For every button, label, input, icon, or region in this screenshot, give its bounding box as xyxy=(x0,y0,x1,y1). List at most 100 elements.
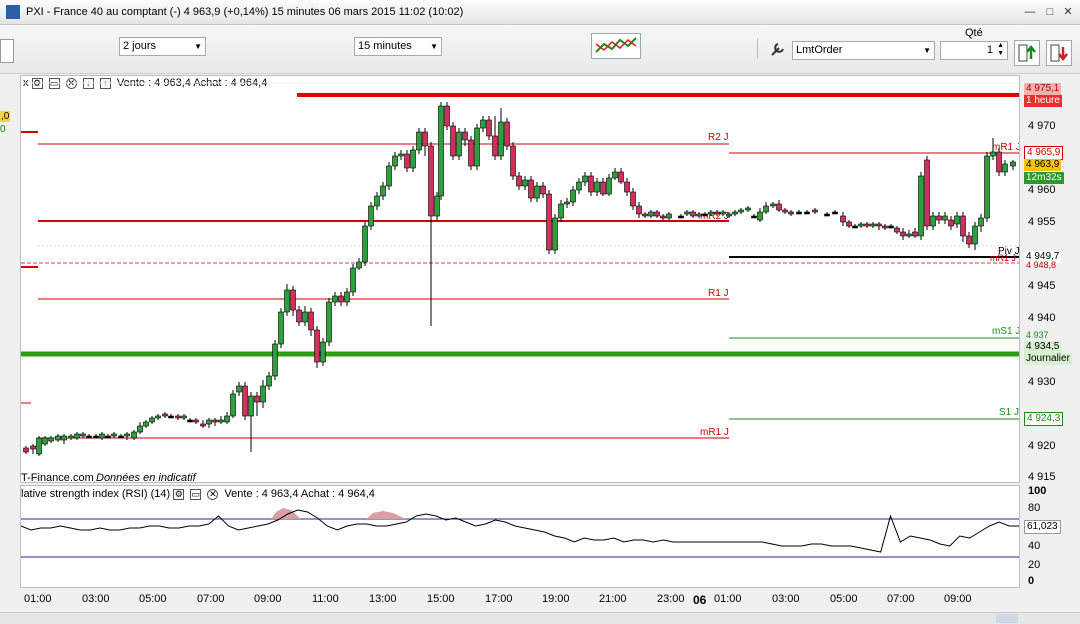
candle-body xyxy=(86,435,92,439)
x-tick-label: 21:00 xyxy=(599,593,627,605)
x-tick-label: 15:00 xyxy=(427,593,455,605)
candle-body xyxy=(480,119,486,129)
pivot-tag-small: 4 948,8 xyxy=(1026,260,1057,270)
candle-body xyxy=(422,131,428,147)
candle-body xyxy=(438,105,444,197)
candle-body xyxy=(200,423,206,427)
candle-body xyxy=(678,215,684,219)
candle-body xyxy=(380,185,386,197)
candle-body xyxy=(642,213,648,217)
x-tick-label: 05:00 xyxy=(830,593,858,605)
x-tick-label: 17:00 xyxy=(485,593,513,605)
candle-body xyxy=(882,225,888,229)
countdown-tag: 12m32s xyxy=(1024,172,1064,184)
candle-body xyxy=(782,209,788,213)
candle-body xyxy=(870,223,876,227)
candle-body xyxy=(74,433,80,439)
rsi-panel[interactable]: lative strength index (RSI) (14) ⚙ ▭ ✕ V… xyxy=(20,485,1020,588)
candle-body xyxy=(392,155,398,167)
toolbar: 2 jours ▼ 15 minutes ▼ LmtOrder ▼ Qté 1 … xyxy=(0,25,1080,74)
last-price-tag: 4 963,9 xyxy=(1024,159,1062,171)
rsi-value-tag: 61,023 xyxy=(1024,520,1061,534)
candle-body xyxy=(776,203,782,211)
y-tick: 4 940 xyxy=(1028,312,1056,324)
candle-body xyxy=(546,193,552,251)
candle-body xyxy=(218,419,224,423)
candle-body xyxy=(552,217,558,251)
candle-body xyxy=(290,289,296,311)
candle-body xyxy=(456,131,462,157)
candle-body xyxy=(804,211,810,215)
chevron-down-icon: ▼ xyxy=(194,42,202,51)
order-type-select[interactable]: LmtOrder ▼ xyxy=(792,41,935,60)
candle-body xyxy=(876,223,882,227)
candle-body xyxy=(812,209,818,213)
wrench-icon[interactable] xyxy=(768,39,788,59)
zoom-icon[interactable] xyxy=(996,614,1018,623)
candle-body xyxy=(1002,163,1008,173)
interval-select[interactable]: 15 minutes ▼ xyxy=(354,37,442,56)
candle-body xyxy=(350,267,356,293)
candle-body xyxy=(99,433,105,439)
candle-body xyxy=(486,119,492,137)
s1-tag: 4 924,3 xyxy=(1024,412,1064,426)
candle-body xyxy=(326,301,332,343)
chevron-down-icon: ▼ xyxy=(923,46,931,55)
candle-body xyxy=(960,215,966,237)
chart-style-button[interactable] xyxy=(591,33,641,59)
rsi-overbought-fill xyxy=(271,508,406,519)
candle-body xyxy=(278,311,284,345)
candle-body xyxy=(55,435,61,441)
candle-body xyxy=(344,291,350,303)
candle-body xyxy=(738,209,744,213)
candle-body xyxy=(498,121,504,157)
left-price-tag: 0 xyxy=(0,124,6,135)
x-tick-label: 11:00 xyxy=(312,593,339,605)
x-tick-label: 07:00 xyxy=(887,593,915,605)
time-axis: 01:00 03:00 05:00 07:00 09:00 11:00 13:00 15:00… xyxy=(20,590,1020,612)
candle-body xyxy=(356,261,362,269)
price-chart-panel[interactable]: x ⚙ ▭ ✕ ↓ ↑ Vente : 4 963,4 Achat : 4 96… xyxy=(20,75,1020,483)
candle-body xyxy=(726,213,732,217)
maximize-button[interactable]: □ xyxy=(1044,6,1056,18)
buy-button[interactable] xyxy=(1014,40,1040,66)
candle-body xyxy=(416,131,422,151)
watermark: T-Finance.com xyxy=(21,472,94,482)
y-tick: 4 960 xyxy=(1028,184,1056,196)
stepper-icon[interactable]: ▲ ▼ xyxy=(997,42,1004,58)
close-button[interactable]: ✕ xyxy=(1062,6,1074,18)
x-tick-label: 06 xyxy=(693,593,707,607)
sell-button[interactable] xyxy=(1046,40,1072,66)
candle-body xyxy=(242,385,248,417)
app-icon xyxy=(6,5,20,19)
period-select-value: 2 jours xyxy=(123,40,157,52)
candle-body xyxy=(996,151,1002,173)
candle-body xyxy=(751,215,757,219)
candle-body xyxy=(398,153,404,157)
candle-body xyxy=(105,435,111,439)
candle-body xyxy=(540,185,546,195)
candle-body xyxy=(894,227,900,233)
order-type-value: LmtOrder xyxy=(796,44,843,56)
qty-value: 1 xyxy=(986,44,993,56)
candle-body xyxy=(206,419,212,425)
rsi-axis: 100 80 40 20 0 61,023 xyxy=(1022,485,1080,588)
candle-body xyxy=(224,415,230,423)
minimize-button[interactable]: — xyxy=(1024,6,1036,18)
interval-select-value: 15 minutes xyxy=(358,40,412,52)
candle-body xyxy=(690,211,696,217)
candle-body xyxy=(930,215,936,227)
candle-body xyxy=(684,211,690,215)
x-tick-label: 23:00 xyxy=(657,593,685,605)
candle-body xyxy=(314,329,320,363)
rsi-tick: 0 xyxy=(1028,575,1035,587)
qty-input[interactable]: 1 ▲ ▼ xyxy=(940,41,1008,60)
candle-body xyxy=(660,215,666,219)
period-select[interactable]: 2 jours ▼ xyxy=(119,37,206,56)
candle-body xyxy=(492,135,498,157)
left-scroll-button[interactable] xyxy=(0,39,14,63)
y-tick: 4 915 xyxy=(1028,471,1056,483)
candle-body xyxy=(900,231,906,237)
candle-body xyxy=(972,225,978,245)
candle-body xyxy=(162,413,168,417)
